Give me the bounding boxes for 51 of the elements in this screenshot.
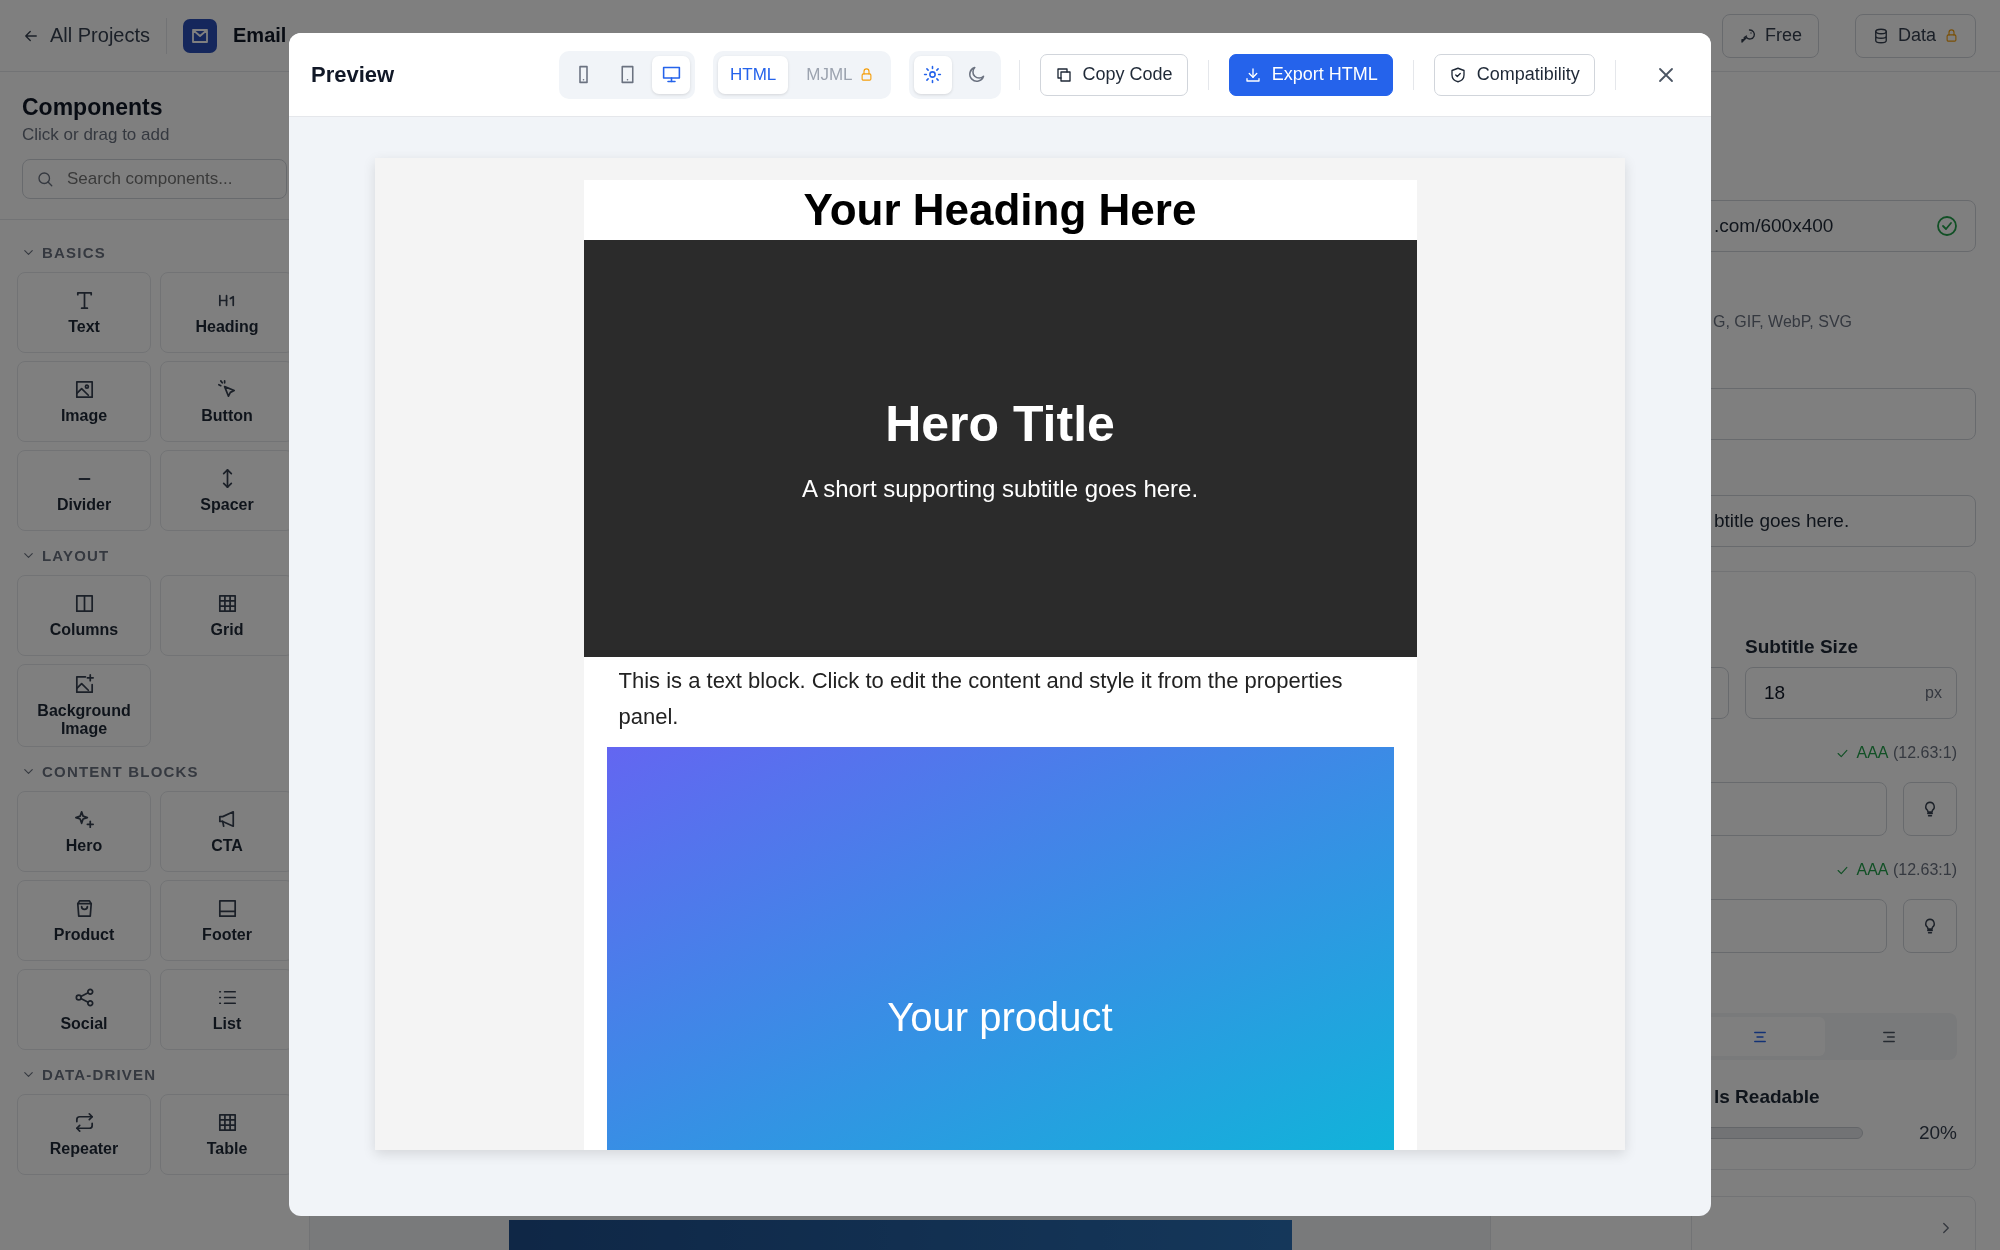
monitor-icon (660, 64, 682, 85)
sun-icon (922, 64, 944, 85)
component-tile[interactable]: Divider (17, 450, 151, 531)
mail-logo-icon (183, 18, 218, 53)
share-icon (72, 986, 96, 1009)
component-tile[interactable]: Product (17, 880, 151, 961)
field-label: Subtitle Size (1745, 636, 1859, 658)
slider-label: ls Readable (1714, 1086, 1821, 1108)
minus-icon (77, 477, 91, 480)
app-name: Email (233, 24, 287, 47)
section-header[interactable]: LAYOUT (17, 545, 110, 565)
toolbar-button[interactable]: Data (1854, 13, 1976, 58)
component-tile[interactable]: Background Image (17, 664, 151, 747)
product-label: Your product (887, 994, 1113, 1040)
theme-toggle[interactable] (913, 55, 952, 94)
component-tile[interactable]: Image (17, 361, 151, 442)
action-button[interactable]: Copy Code (1039, 53, 1188, 96)
format-tab[interactable]: HTML (718, 55, 789, 94)
download-icon (1243, 65, 1262, 84)
section-header[interactable]: DATA-DRIVEN (17, 1064, 157, 1084)
search-icon (36, 170, 54, 188)
format-tab[interactable]: MJML (794, 55, 886, 94)
sidebar-title: Components (21, 94, 164, 121)
section-header[interactable]: BASICS (17, 242, 106, 262)
search-field[interactable]: Search components... (22, 159, 287, 199)
email-heading: Your Heading Here (802, 184, 1198, 236)
sidebar-subtitle: Click or drag to add (21, 124, 171, 145)
body-text: This is a text block. Click to edit the content and style it from the properties panel. (617, 667, 1344, 731)
key-icon (1738, 26, 1757, 45)
dialog-title: Preview (311, 61, 396, 88)
component-tile[interactable]: Social (17, 969, 151, 1050)
copy-icon (1054, 65, 1073, 84)
back-link[interactable]: All Projects (22, 24, 151, 47)
slider-value: 20% (1918, 1122, 1957, 1144)
section-header[interactable]: CONTENT BLOCKS (17, 761, 199, 781)
contrast-badge: AAA (12.63:1) (1835, 744, 1957, 762)
hero-title: Hero Title (885, 394, 1115, 453)
contrast-badge: AAA (12.63:1) (1835, 861, 1957, 879)
action-button[interactable]: Compatibility (1433, 53, 1595, 96)
sparkles-icon (72, 808, 96, 831)
action-button[interactable]: Export HTML (1228, 53, 1393, 96)
subtitle-size-field[interactable]: 18 px (1745, 667, 1957, 719)
component-tile[interactable]: Columns (17, 575, 151, 656)
device-toggle[interactable] (652, 55, 690, 94)
component-tile[interactable]: Hero (17, 791, 151, 872)
formats-hint: G, GIF, WebP, SVG (1712, 313, 1853, 331)
toolbar-button[interactable]: Free (1721, 13, 1819, 58)
hero-subtitle: A short supporting subtitle goes here. (801, 474, 1199, 503)
shield-icon (1448, 65, 1467, 84)
component-tile[interactable]: Repeater (17, 1094, 151, 1175)
component-tile[interactable]: Text (17, 272, 151, 353)
